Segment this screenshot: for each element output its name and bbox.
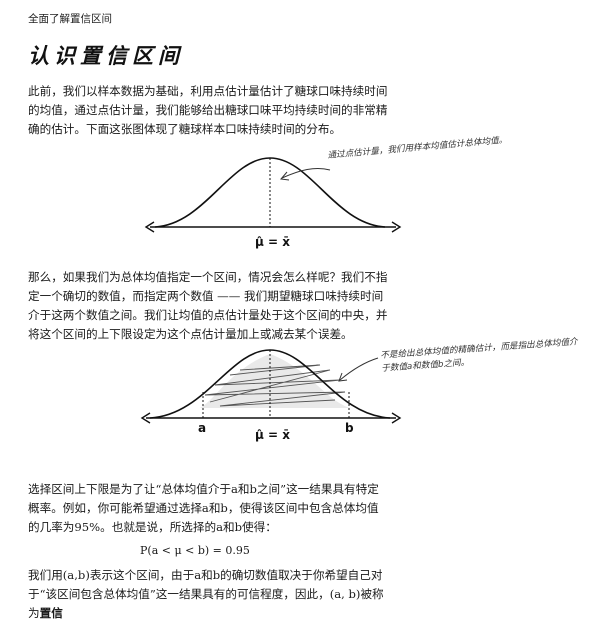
upper-bound-label: b bbox=[345, 421, 354, 435]
point-estimate-label: μ̂ = x̄ bbox=[255, 428, 290, 442]
paragraph-probability: 选择区间上下限是为了让“总体均值介于a和b之间”这一结果具有特定概率。例如，你可… bbox=[28, 482, 379, 534]
paragraph-confidence-text: 我们用(a,b)表示这个区间，由于a和b的确切数值取决于你希望自己对于“该区间包… bbox=[28, 568, 384, 620]
distribution-curve bbox=[154, 157, 386, 228]
paragraph-intro: 此前，我们以样本数据为基础，利用点估计量估计了糖球口味持续时间的均值，通过点估计… bbox=[28, 84, 388, 136]
point-estimate-label: μ̂ = x̄ bbox=[255, 235, 290, 249]
probability-formula: P(a < μ < b) = 0.95 bbox=[140, 544, 250, 557]
running-head: 全面了解置信区间 bbox=[28, 13, 112, 25]
pointer-arrow bbox=[281, 167, 331, 179]
section-title: 认识置信区间 bbox=[28, 44, 184, 68]
pointer-arrow bbox=[339, 357, 379, 381]
paragraph-confidence: 我们用(a,b)表示这个区间，由于a和b的确切数值取决于你希望自己对于“该区间包… bbox=[28, 566, 388, 623]
paragraph-confidence-bold: 置信 bbox=[39, 606, 63, 620]
paragraph-interval: 那么，如果我们为总体均值指定一个区间，情况会怎么样呢？我们不指定一个确切的数值，… bbox=[28, 270, 388, 341]
lower-bound-label: a bbox=[198, 421, 206, 435]
distribution-diagram-point-estimate: μ̂ = x̄ bbox=[144, 157, 402, 249]
